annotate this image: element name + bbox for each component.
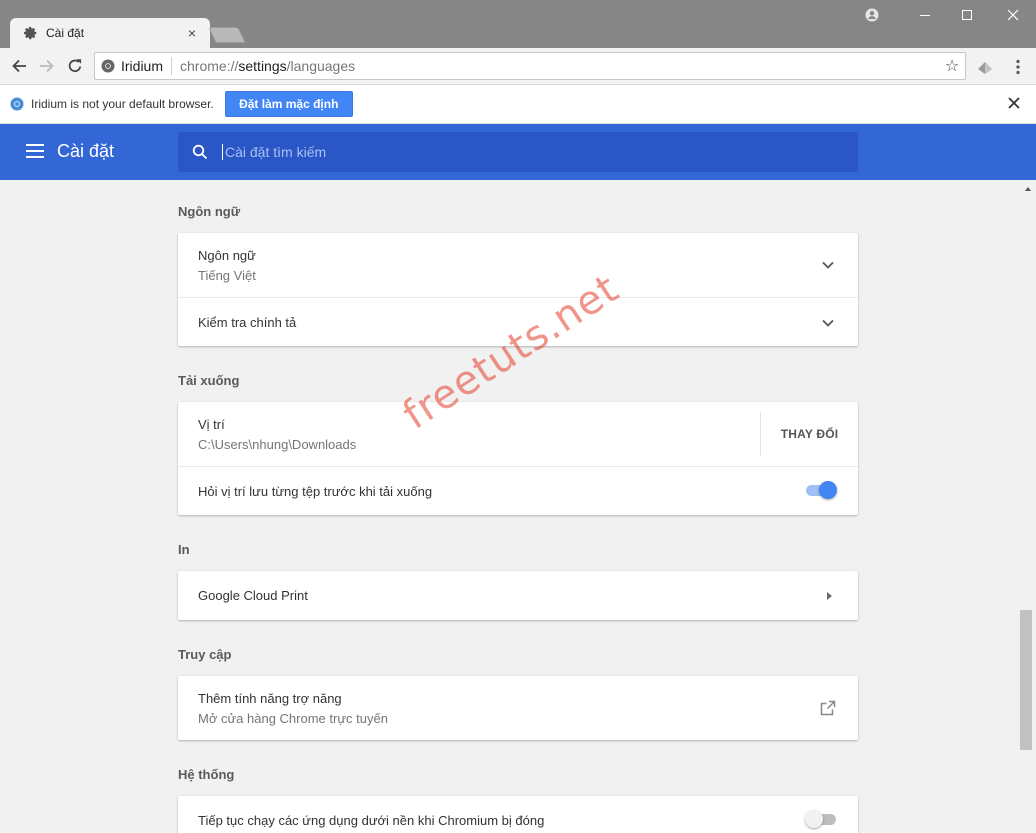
add-features-sub: Mở cửa hàng Chrome trực tuyến [198,711,388,726]
tab-settings[interactable]: Cài đặt × [10,18,210,48]
url-host: settings [238,58,287,74]
language-value: Tiếng Việt [198,268,256,283]
background-apps-row[interactable]: Tiếp tục chạy các ứng dụng dưới nền khi … [178,796,858,833]
reload-icon[interactable] [63,54,87,78]
accessibility-card: Thêm tính năng trợ năng Mở cửa hàng Chro… [178,676,858,740]
minimize-icon[interactable] [905,0,945,30]
change-location-button[interactable]: THAY ĐỔI [760,412,858,456]
settings-header: Cài đặt [0,124,1036,180]
search-icon [178,144,222,160]
scrollbar-thumb[interactable] [1020,610,1032,750]
background-apps-toggle[interactable] [805,810,836,828]
toggle-knob [805,810,823,828]
bookmark-star-icon[interactable]: ☆ [939,56,965,76]
extension-icon[interactable] [975,57,995,77]
search-input[interactable] [222,144,822,160]
browser-toolbar: Iridium chrome://settings/languages ☆ [0,48,1036,85]
printing-card: Google Cloud Print [178,571,858,620]
browser-window: Cài đặt × Iridium chrome://settings/lang… [0,0,1036,833]
download-location-row: Vị trí C:\Users\nhung\Downloads THAY ĐỔI [178,402,858,466]
site-name: Iridium [121,58,164,74]
gear-icon [24,26,37,40]
language-label: Ngôn ngữ [198,248,256,263]
downloads-card: Vị trí C:\Users\nhung\Downloads THAY ĐỔI… [178,402,858,515]
open-external-icon[interactable] [820,700,836,716]
language-row[interactable]: Ngôn ngữ Tiếng Việt [178,233,858,297]
chevron-down-icon[interactable] [822,319,834,327]
url-scheme: chrome:// [180,58,239,74]
infobar-message: Iridium is not your default browser. [31,97,214,111]
ask-location-label: Hỏi vị trí lưu từng tệp trước khi tải xu… [198,484,433,499]
window-close-icon[interactable] [990,0,1036,30]
account-icon[interactable] [860,0,884,30]
page-title: Cài đặt [57,141,115,161]
add-accessibility-row[interactable]: Thêm tính năng trợ năng Mở cửa hàng Chro… [178,676,858,740]
ask-location-toggle[interactable] [806,481,837,499]
section-title-printing: In [178,542,190,557]
toggle-knob [819,481,837,499]
cloud-print-label: Google Cloud Print [198,588,308,603]
arrow-right-icon [827,592,832,600]
url-path: /languages [286,58,356,74]
settings-search[interactable] [178,132,858,172]
chromium-icon [10,97,24,111]
hamburger-menu-icon[interactable] [26,144,44,158]
system-card: Tiếp tục chạy các ứng dụng dưới nền khi … [178,796,858,833]
add-features-label: Thêm tính năng trợ năng [198,691,342,706]
forward-arrow-icon[interactable] [35,54,59,78]
background-apps-label: Tiếp tục chạy các ứng dụng dưới nền khi … [198,813,545,828]
menu-dots-icon[interactable] [1008,57,1028,77]
ask-location-row[interactable]: Hỏi vị trí lưu từng tệp trước khi tải xu… [178,466,858,515]
chevron-down-icon[interactable] [822,261,834,269]
section-title-accessibility: Truy cập [178,647,232,662]
back-arrow-icon[interactable] [7,54,31,78]
default-browser-infobar: Iridium is not your default browser. Đặt… [0,85,1036,124]
infobar-close-icon[interactable] [1006,95,1022,111]
section-title-downloads: Tải xuống [178,373,240,388]
section-title-system: Hệ thống [178,767,235,782]
chromium-icon [101,59,115,73]
address-bar[interactable]: Iridium chrome://settings/languages ☆ [94,52,966,80]
scroll-up-arrow-icon[interactable] [1022,184,1034,194]
maximize-icon[interactable] [945,0,989,30]
section-title-languages: Ngôn ngữ [178,204,241,219]
cloud-print-row[interactable]: Google Cloud Print [178,571,858,620]
tab-close-icon[interactable]: × [184,25,200,41]
settings-content: Ngôn ngữ Ngôn ngữ Tiếng Việt Kiểm tra ch… [0,180,1036,833]
set-default-button[interactable]: Đặt làm mặc định [224,91,353,117]
site-info[interactable]: Iridium [95,57,173,75]
tab-title: Cài đặt [46,26,85,40]
tab-strip: Cài đặt × [0,0,1036,48]
spellcheck-label: Kiểm tra chính tả [198,315,297,330]
location-label: Vị trí [198,417,225,432]
location-value: C:\Users\nhung\Downloads [198,437,357,452]
url-text[interactable]: chrome://settings/languages [172,58,939,74]
new-tab-button[interactable] [208,27,246,43]
